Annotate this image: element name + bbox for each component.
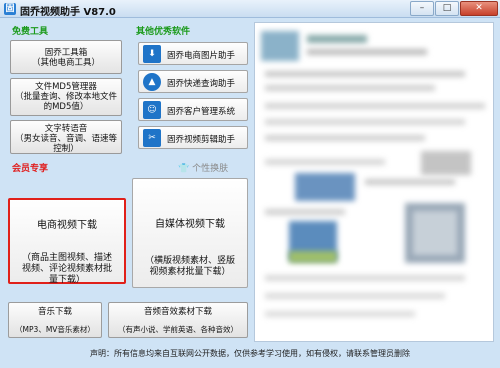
member-title: 会员专享 bbox=[12, 164, 49, 174]
music-download-button[interactable]: 音乐下载 （MP3、MV音乐素材） bbox=[8, 302, 102, 338]
sfx-download-button[interactable]: 音频音效素材下载 （有声小说、学前英语、各种音效） bbox=[108, 302, 248, 338]
footer-disclaimer: 声明：所有信息均来自互联网公开数据，仅供参考学习使用，如有侵权，请联系管理员删除 bbox=[90, 349, 410, 358]
app-logo-icon: 固 bbox=[4, 3, 16, 15]
customer-icon: ☺ bbox=[143, 101, 161, 119]
promo-text-block bbox=[265, 311, 415, 317]
title-bar: 固 固乔视频助手 V87.0 – □ ✕ bbox=[0, 0, 500, 18]
promo-text-block bbox=[365, 179, 455, 185]
maximize-button[interactable]: □ bbox=[435, 1, 459, 16]
md5-manager-button[interactable]: 文件MD5管理器 （批量查询、修改本地文件 的MD5值） bbox=[10, 78, 122, 116]
promo-text-block bbox=[307, 35, 367, 43]
image-download-icon: ⬇ bbox=[143, 45, 161, 63]
promo-text-block bbox=[265, 159, 385, 165]
software-video-editor[interactable]: ✂ 固乔视频剪辑助手 bbox=[138, 126, 248, 149]
ecommerce-video-download-button[interactable]: 电商视频下载 （商品主图视频、描述 视频、评论视频素材批 量下载） bbox=[8, 198, 126, 285]
minimize-button[interactable]: – bbox=[410, 1, 434, 16]
music-title: 音乐下载 bbox=[37, 307, 72, 317]
promo-panel bbox=[254, 22, 494, 342]
music-desc: （MP3、MV音乐素材） bbox=[15, 325, 95, 334]
promo-text-block bbox=[265, 119, 465, 125]
ecommerce-desc: （商品主图视频、描述 视频、评论视频素材批 量下载） bbox=[21, 253, 112, 285]
skin-label: 个性换肤 bbox=[192, 164, 229, 174]
software-label: 固乔视频剪辑助手 bbox=[167, 135, 236, 145]
sfx-desc: （有声小说、学前英语、各种音效） bbox=[118, 325, 238, 334]
promo-text-block bbox=[265, 275, 465, 281]
free-tools-title: 免费工具 bbox=[12, 27, 49, 37]
close-button[interactable]: ✕ bbox=[460, 1, 498, 16]
software-customer-system[interactable]: ☺ 固乔客户管理系统 bbox=[138, 98, 248, 121]
sfx-title: 音频音效素材下载 bbox=[143, 307, 212, 317]
ecommerce-title: 电商视频下载 bbox=[37, 220, 97, 231]
software-express-helper[interactable]: ▲ 固乔快递查询助手 bbox=[138, 70, 248, 93]
scissors-icon: ✂ bbox=[143, 129, 161, 147]
software-label: 固乔快递查询助手 bbox=[167, 79, 236, 89]
software-label: 固乔客户管理系统 bbox=[167, 107, 236, 117]
promo-text-block bbox=[265, 103, 485, 109]
text-to-speech-button[interactable]: 文字转语音 （男女读音、音调、语速等 控制） bbox=[10, 120, 122, 154]
express-icon: ▲ bbox=[143, 73, 161, 91]
promo-text-block bbox=[265, 85, 435, 91]
software-image-helper[interactable]: ⬇ 固乔电商图片助手 bbox=[138, 42, 248, 65]
window-title: 固乔视频助手 V87.0 bbox=[20, 7, 116, 18]
promo-text-block bbox=[265, 135, 425, 141]
promo-text-block bbox=[265, 71, 465, 77]
media-video-download-button[interactable]: 自媒体视频下载 （横版视频素材、竖版 视频素材批量下载） bbox=[132, 178, 248, 288]
media-title: 自媒体视频下载 bbox=[155, 219, 225, 230]
promo-image bbox=[289, 251, 337, 263]
other-software-title: 其他优秀软件 bbox=[136, 27, 191, 37]
promo-text-block bbox=[307, 49, 427, 55]
promo-text-block bbox=[265, 209, 345, 215]
promo-qr-code bbox=[413, 211, 457, 255]
toolbox-button[interactable]: 固乔工具箱 （其他电商工具） bbox=[10, 40, 122, 74]
software-label: 固乔电商图片助手 bbox=[167, 51, 236, 61]
promo-button bbox=[421, 151, 471, 175]
window-controls: – □ ✕ bbox=[410, 1, 498, 16]
media-desc: （横版视频素材、竖版 视频素材批量下载） bbox=[144, 256, 235, 277]
skin-button[interactable]: 👕 个性换肤 bbox=[178, 161, 228, 174]
promo-image bbox=[295, 173, 355, 201]
shirt-icon: 👕 bbox=[178, 164, 190, 174]
promo-image bbox=[261, 31, 299, 61]
promo-text-block bbox=[265, 293, 445, 299]
